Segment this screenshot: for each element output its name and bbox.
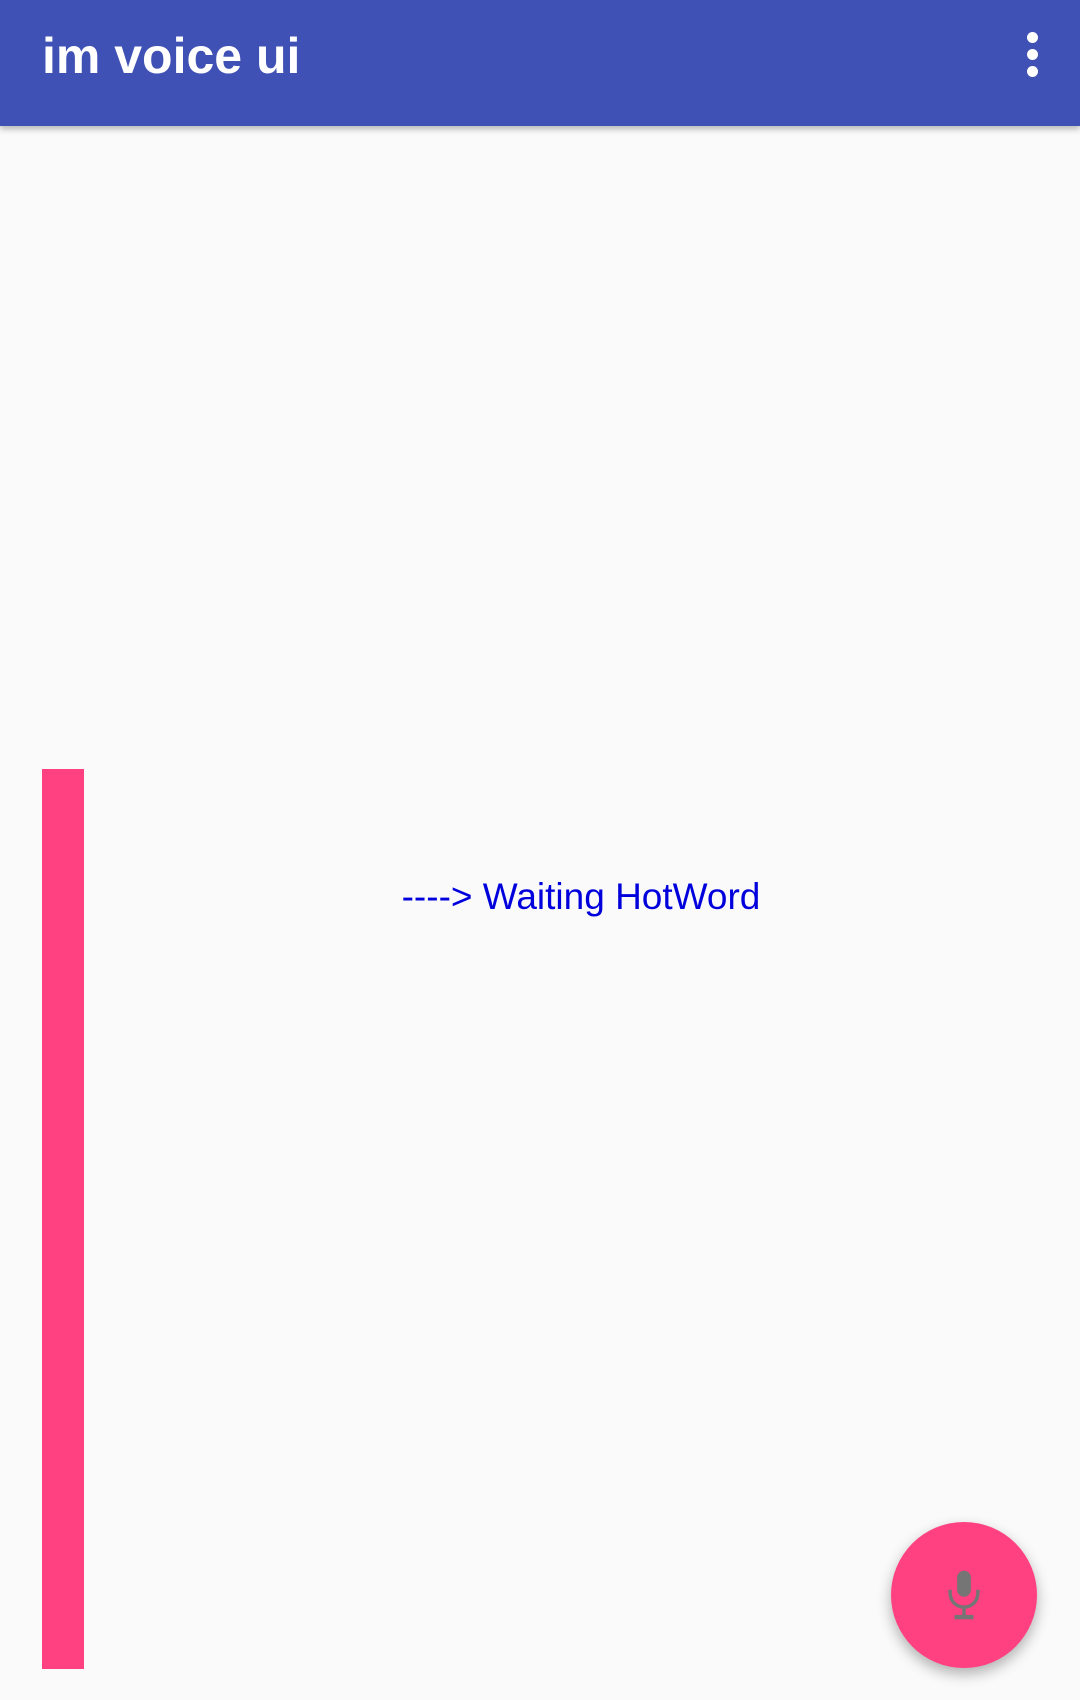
more-options-button[interactable] (1002, 19, 1062, 89)
more-vert-icon (1026, 31, 1038, 43)
microphone-button[interactable] (891, 1522, 1037, 1668)
microphone-icon (948, 1570, 980, 1620)
app-bar: im voice ui (0, 0, 1080, 126)
status-text: ----> Waiting HotWord (401, 876, 761, 917)
app-title: im voice ui (42, 28, 301, 84)
